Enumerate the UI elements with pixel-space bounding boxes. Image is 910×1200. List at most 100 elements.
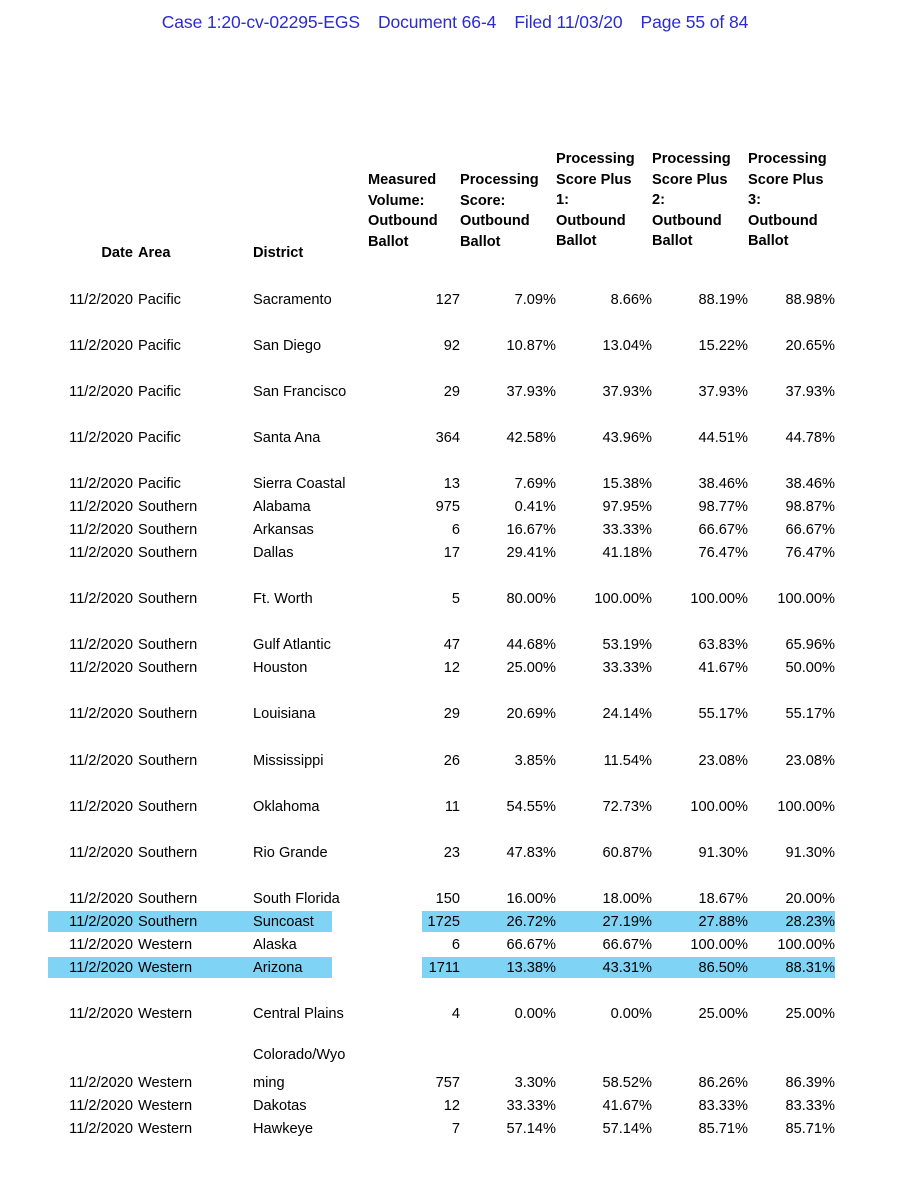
cell-area: Southern — [138, 660, 198, 676]
cell-date: 11/2/2020 — [69, 476, 133, 492]
cell-district: Sierra Coastal — [253, 476, 346, 492]
cell-plus1: 72.73% — [602, 799, 653, 815]
cell-date: 11/2/2020 — [69, 545, 133, 561]
cell-plus2: 38.46% — [698, 476, 749, 492]
cell-plus1: 15.38% — [602, 476, 653, 492]
cell-plus2: 25.00% — [698, 1006, 749, 1022]
cell-plus3: 83.33% — [785, 1098, 836, 1114]
cell-plus3: 76.47% — [785, 545, 836, 561]
cell-district: Hawkeye — [253, 1121, 314, 1137]
cell-plus3: 23.08% — [785, 753, 836, 769]
cell-date: 11/2/2020 — [69, 499, 133, 515]
cell-district: Suncoast — [253, 914, 314, 930]
cell-plus2: 23.08% — [698, 753, 749, 769]
cell-volume: 6 — [451, 522, 460, 538]
cell-volume: 12 — [443, 660, 460, 676]
cell-score: 26.72% — [506, 914, 557, 930]
cell-volume: 29 — [443, 384, 460, 400]
cell-plus2: 91.30% — [698, 845, 749, 861]
column-header-processing-score-plus-1-outbound-ballot: Processing Score Plus 1: Outbound Ballot — [556, 151, 635, 249]
cell-date: 11/2/2020 — [69, 914, 133, 930]
cell-plus1: 100.00% — [594, 591, 652, 607]
column-header-processing-score-plus-3-outbound-ballot: Processing Score Plus 3: Outbound Ballot — [748, 151, 827, 249]
cell-plus3: 25.00% — [785, 1006, 836, 1022]
cell-district: Alaska — [253, 937, 297, 953]
cell-date: 11/2/2020 — [69, 937, 133, 953]
cell-area: Southern — [138, 522, 198, 538]
cell-date: 11/2/2020 — [69, 799, 133, 815]
cell-volume: 17 — [443, 545, 460, 561]
cell-score: 29.41% — [506, 545, 557, 561]
cell-volume: 364 — [435, 430, 460, 446]
cell-score: 44.68% — [506, 637, 557, 653]
cell-plus3: 88.98% — [785, 292, 836, 308]
column-header-measured-volume-outbound-ballot: Measured Volume: Outbound Ballot — [368, 172, 438, 250]
cell-area: Southern — [138, 799, 198, 815]
cell-plus3: 50.00% — [785, 660, 836, 676]
cell-plus3: 85.71% — [785, 1121, 836, 1137]
cell-area: Southern — [138, 545, 198, 561]
cell-date: 11/2/2020 — [69, 591, 133, 607]
cell-plus3: 37.93% — [785, 384, 836, 400]
cell-volume: 975 — [435, 499, 460, 515]
cell-plus3: 98.87% — [785, 499, 836, 515]
cell-district: Dakotas — [253, 1098, 307, 1114]
cell-plus2: 63.83% — [698, 637, 749, 653]
cell-date: 11/2/2020 — [69, 292, 133, 308]
cell-score: 3.85% — [514, 753, 556, 769]
cell-date: 11/2/2020 — [69, 1098, 133, 1114]
cell-plus1: 8.66% — [610, 292, 652, 308]
cell-district: Central Plains — [253, 1006, 344, 1022]
cell-volume: 47 — [443, 637, 460, 653]
cell-plus3: 20.00% — [785, 891, 836, 907]
cell-district: Sacramento — [253, 292, 332, 308]
cell-area: Western — [138, 937, 193, 953]
cell-date: 11/2/2020 — [69, 706, 133, 722]
cell-plus1: 53.19% — [602, 637, 653, 653]
cell-plus2: 76.47% — [698, 545, 749, 561]
cell-volume: 1711 — [428, 960, 460, 976]
cell-score: 13.38% — [506, 960, 557, 976]
cell-volume: 92 — [443, 338, 460, 354]
cell-plus2: 41.67% — [698, 660, 749, 676]
cell-score: 7.09% — [514, 292, 556, 308]
cell-date: 11/2/2020 — [69, 338, 133, 354]
cell-area: Southern — [138, 637, 198, 653]
district-wrapped-text: Colorado/Wyo — [253, 1047, 346, 1063]
cell-plus2: 15.22% — [698, 338, 749, 354]
cell-plus3: 100.00% — [777, 591, 835, 607]
cell-plus3: 44.78% — [785, 430, 836, 446]
cell-score: 33.33% — [506, 1098, 557, 1114]
cell-plus2: 83.33% — [698, 1098, 749, 1114]
cell-plus2: 100.00% — [690, 799, 748, 815]
cell-plus2: 44.51% — [698, 430, 749, 446]
cell-plus2: 66.67% — [698, 522, 749, 538]
cell-area: Western — [138, 1121, 193, 1137]
cell-district: Dallas — [253, 545, 294, 561]
cell-volume: 150 — [435, 891, 460, 907]
cell-score: 25.00% — [506, 660, 557, 676]
cell-plus1: 37.93% — [602, 384, 653, 400]
cell-plus2: 27.88% — [698, 914, 749, 930]
cell-district: Oklahoma — [253, 799, 320, 815]
cell-area: Pacific — [138, 476, 181, 492]
cell-date: 11/2/2020 — [69, 1075, 133, 1091]
cell-score: 16.67% — [506, 522, 557, 538]
cell-volume: 23 — [443, 845, 460, 861]
cell-volume: 5 — [451, 591, 460, 607]
cell-plus2: 55.17% — [698, 706, 749, 722]
cell-area: Southern — [138, 706, 198, 722]
cell-plus1: 33.33% — [602, 522, 653, 538]
cell-area: Southern — [138, 845, 198, 861]
cell-date: 11/2/2020 — [69, 845, 133, 861]
cell-plus2: 100.00% — [690, 591, 748, 607]
cell-date: 11/2/2020 — [69, 1121, 133, 1137]
cell-plus1: 18.00% — [602, 891, 653, 907]
cell-date: 11/2/2020 — [69, 660, 133, 676]
cell-district: Alabama — [253, 499, 311, 515]
cell-plus1: 58.52% — [602, 1075, 653, 1091]
cell-plus2: 86.26% — [698, 1075, 749, 1091]
cell-plus1: 33.33% — [602, 660, 653, 676]
cell-area: Southern — [138, 753, 198, 769]
cell-volume: 7 — [451, 1121, 460, 1137]
